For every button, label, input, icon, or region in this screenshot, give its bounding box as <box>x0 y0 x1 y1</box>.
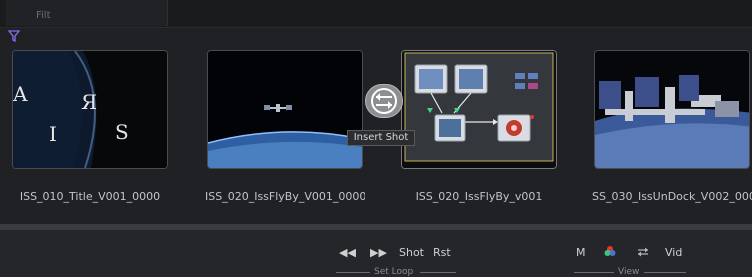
svg-text:I: I <box>49 122 57 146</box>
color-channels-icon <box>604 246 616 256</box>
insert-shot-tooltip: Insert Shot <box>347 130 415 146</box>
next-shot-button[interactable]: ▶▶ <box>370 247 387 259</box>
clip-thumbnail-1[interactable]: A Я I S <box>12 50 168 169</box>
top-tab-label: Filt <box>36 10 51 21</box>
view-divider-right <box>644 272 686 273</box>
prev-shot-icon: ◀◀ <box>339 246 356 259</box>
clip-thumbnail-image: A Я I S <box>13 51 167 168</box>
insert-shot-button[interactable] <box>365 84 403 118</box>
clip-thumbnail-image <box>208 51 362 168</box>
color-channels-button[interactable] <box>603 244 617 261</box>
clip-thumbnail-image <box>595 51 749 168</box>
clip-label-3: ISS_020_IssFlyBy_v001 <box>415 190 543 203</box>
set-loop-divider-right <box>420 272 456 273</box>
swap-arrows-icon <box>371 88 397 114</box>
set-loop-divider-left <box>336 272 370 273</box>
clip-label-1: ISS_010_Title_V001_0000 <box>19 190 161 203</box>
set-loop-label: Set Loop <box>374 267 414 277</box>
prev-shot-button[interactable]: ◀◀ <box>339 247 356 259</box>
swap-arrows-icon <box>638 247 648 257</box>
clip-thumbnail-image <box>402 51 556 168</box>
view-vid-button[interactable]: Vid <box>665 247 682 259</box>
rst-button[interactable]: Rst <box>433 247 451 259</box>
top-tab[interactable]: Filt <box>6 0 168 26</box>
shot-button[interactable]: Shot <box>399 247 424 259</box>
clip-label-2: ISS_020_IssFlyBy_V001_0000 <box>205 190 365 203</box>
view-divider-left <box>574 272 614 273</box>
view-m-button[interactable]: M <box>576 247 586 259</box>
view-label: View <box>618 267 640 277</box>
clip-label-4: SS_030_IssUnDock_V002_0000 <box>592 190 752 203</box>
top-bar: Filt <box>0 0 752 28</box>
filter-icon[interactable] <box>8 30 20 42</box>
clip-thumbnail-4[interactable] <box>594 50 750 169</box>
svg-text:Я: Я <box>81 90 97 114</box>
next-shot-icon: ▶▶ <box>370 246 387 259</box>
svg-text:S: S <box>115 120 129 144</box>
clip-thumbnail-3[interactable] <box>401 50 557 169</box>
clip-thumbnail-2[interactable] <box>207 50 363 169</box>
svg-text:A: A <box>13 82 28 106</box>
swap-view-button[interactable] <box>636 246 650 261</box>
